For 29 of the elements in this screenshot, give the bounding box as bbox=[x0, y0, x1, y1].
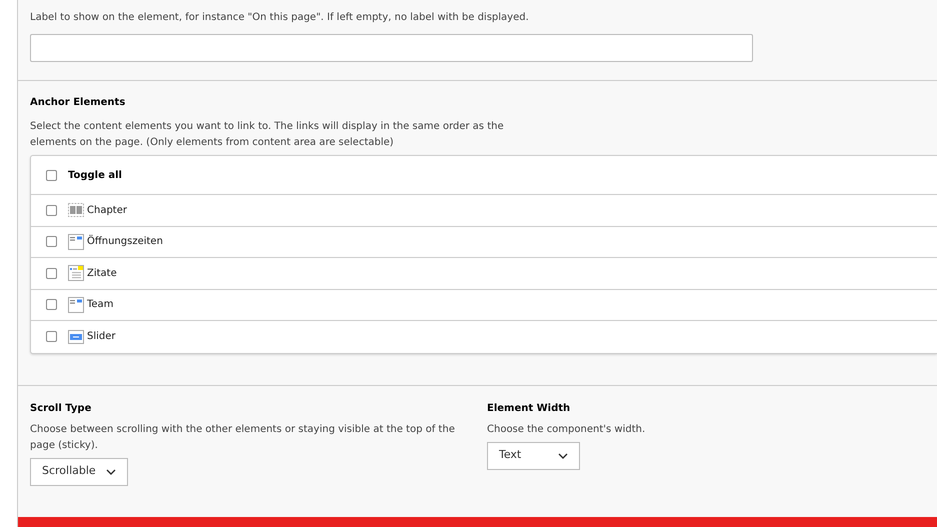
section-description: Choose between scrolling with the other elements or staying visible at the top of the page (sticky). bbox=[30, 422, 455, 452]
section-description: Choose the component's width. bbox=[487, 422, 646, 436]
chevron-down-icon bbox=[106, 468, 116, 474]
element-label[interactable]: Zitate bbox=[87, 266, 117, 281]
field-description: Label to show on the element, for instance "On this page". If left empty, no label with be displayed. bbox=[30, 11, 530, 25]
section-title: Anchor Elements bbox=[30, 96, 126, 110]
chevron-down-icon bbox=[558, 452, 568, 458]
element-width-select[interactable]: Text bbox=[487, 442, 580, 470]
scroll-type-select[interactable]: Scrollable bbox=[30, 458, 128, 486]
section-title: Scroll Type bbox=[30, 402, 92, 416]
columns-icon bbox=[68, 203, 84, 218]
text-block-icon bbox=[68, 265, 84, 282]
text-block-icon bbox=[68, 296, 84, 313]
text-block-icon bbox=[68, 234, 84, 250]
checkbox[interactable] bbox=[46, 331, 57, 342]
slider-icon bbox=[68, 330, 84, 344]
checkbox[interactable] bbox=[46, 170, 57, 180]
label-input-field[interactable] bbox=[30, 34, 753, 62]
element-label[interactable]: Team bbox=[87, 297, 114, 312]
checkbox[interactable] bbox=[46, 268, 57, 279]
section-description: Select the content elements you want to link to. The links will display in the same order as the elements on the page. (Only elements from content area are selectable) bbox=[30, 120, 505, 150]
checkbox[interactable] bbox=[46, 236, 57, 248]
element-label[interactable]: Öffnungszeiten bbox=[87, 234, 163, 250]
checkbox[interactable] bbox=[46, 204, 57, 216]
element-label[interactable]: Slider bbox=[87, 329, 116, 344]
element-label[interactable]: Chapter bbox=[87, 202, 127, 218]
section-title: Element Width bbox=[487, 402, 572, 416]
toggle-all-label[interactable]: Toggle all bbox=[68, 168, 122, 182]
checkbox[interactable] bbox=[46, 299, 57, 310]
